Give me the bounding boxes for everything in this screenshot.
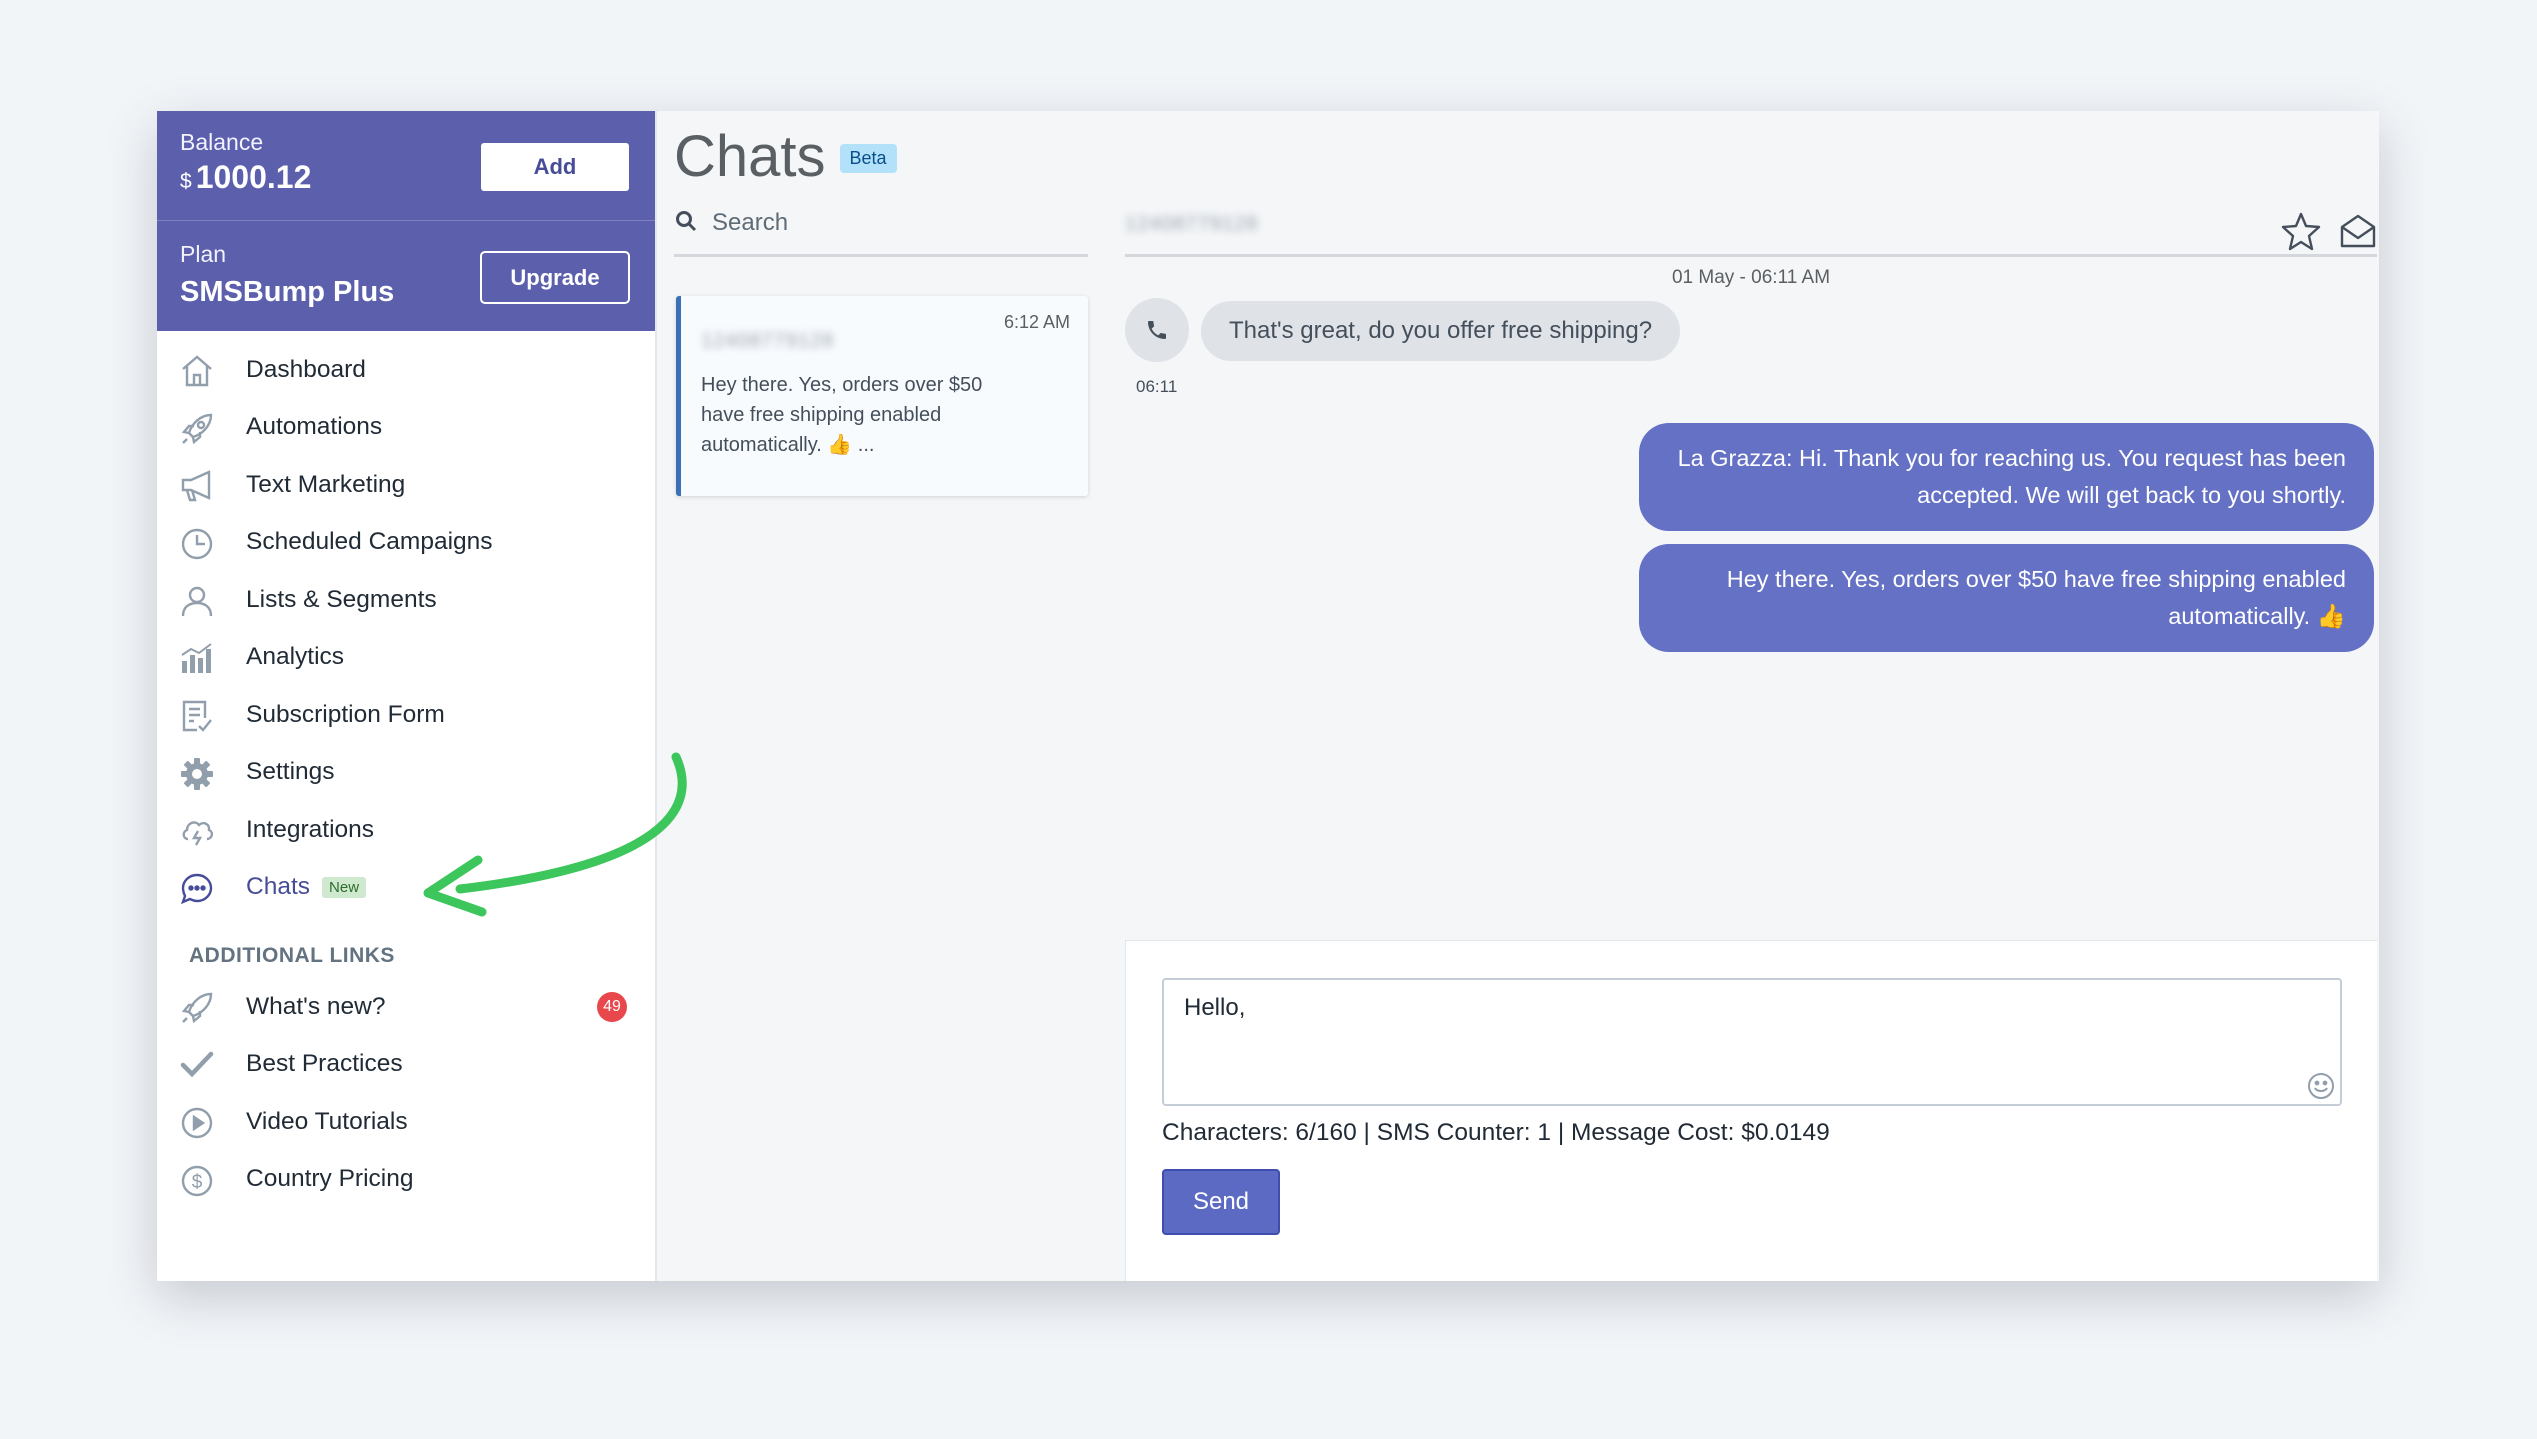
add-balance-button[interactable]: Add [481, 143, 629, 191]
sidebar-item-settings[interactable]: Settings [157, 744, 655, 802]
chat-header: 12408779128 [1125, 195, 2377, 257]
plan-name: SMSBump Plus [180, 276, 395, 308]
sidebar-item-label: Country Pricing [246, 1165, 414, 1193]
sidebar-item-label: Video Tutorials [246, 1107, 408, 1135]
date-separator: 01 May - 06:11 AM [1671, 267, 1831, 288]
notification-count-badge: 49 [597, 992, 627, 1022]
main-nav: Dashboard Automations Text Marketing Sch… [157, 331, 655, 916]
chats-label: Chats [246, 873, 311, 901]
beta-badge: Beta [839, 143, 897, 173]
conversation-time: 6:12 AM [1003, 312, 1070, 332]
sidebar-item-label: Integrations [246, 815, 375, 843]
page-header: Chats Beta [674, 111, 897, 201]
sidebar-item-subscription-form[interactable]: Subscription Form [157, 686, 655, 744]
sidebar-item-best-practices[interactable]: Best Practices [157, 1036, 655, 1094]
plan-section: Plan SMSBump Plus Upgrade [157, 221, 655, 331]
sidebar-item-label: Best Practices [246, 1050, 403, 1078]
emoji-icon[interactable] [2306, 1071, 2336, 1101]
megaphone-icon [179, 990, 215, 1026]
sidebar-item-analytics[interactable]: Analytics [157, 629, 655, 687]
star-icon[interactable] [2281, 211, 2321, 251]
sidebar-item-automations[interactable]: Automations [157, 399, 655, 457]
incoming-message-time: 06:11 [1136, 377, 1178, 396]
gear-icon [179, 756, 215, 792]
megaphone-icon [179, 468, 215, 504]
dollar-icon: $ [179, 1163, 215, 1199]
sidebar-item-scheduled-campaigns[interactable]: Scheduled Campaigns [157, 514, 655, 572]
app-window: Balance $1000.12 Add Plan SMSBump Plus U… [157, 111, 2379, 1281]
sidebar-item-label: Scheduled Campaigns [246, 528, 493, 556]
conversation-phone-blurred: 12408779128 [701, 330, 835, 352]
message-stats: Characters: 6/160 | SMS Counter: 1 | Mes… [1162, 1119, 1830, 1146]
sidebar: Balance $1000.12 Add Plan SMSBump Plus U… [157, 111, 657, 1281]
sidebar-item-label: What's new? [246, 992, 386, 1020]
cloud-icon [179, 813, 215, 849]
sidebar-item-label: Subscription Form [246, 700, 445, 728]
search-input[interactable] [712, 205, 1072, 241]
mark-unread-icon[interactable] [2339, 213, 2377, 249]
sidebar-item-label: Settings [246, 758, 335, 786]
conversation-search [674, 195, 1088, 257]
new-tag: New [322, 877, 367, 899]
balance-amount: $1000.12 [180, 159, 311, 196]
sidebar-item-label: Dashboard [246, 355, 366, 383]
rocket-icon [179, 411, 215, 447]
conversation-list-item[interactable]: 6:12 AM 12408779128 Hey there. Yes, orde… [676, 296, 1088, 496]
svg-text:$: $ [192, 1172, 203, 1193]
contact-avatar [1125, 298, 1189, 362]
balance-label: Balance [180, 129, 264, 155]
conversation-preview: Hey there. Yes, orders over $50 have fre… [701, 374, 983, 456]
clock-icon [179, 526, 215, 562]
chat-phone-blurred: 12408779128 [1125, 213, 1259, 235]
balance-section: Balance $1000.12 Add [157, 111, 655, 221]
bar-chart-icon [179, 641, 215, 677]
sidebar-item-whats-new[interactable]: What's new? 49 [157, 978, 655, 1036]
sidebar-item-label: Chats New [246, 873, 367, 901]
sidebar-item-label: Text Marketing [246, 470, 406, 498]
search-icon [674, 209, 698, 233]
sidebar-item-video-tutorials[interactable]: Video Tutorials [157, 1093, 655, 1151]
outgoing-message: La Grazza: Hi. Thank you for reaching us… [1639, 423, 2374, 531]
phone-icon [1148, 321, 1166, 339]
sidebar-item-dashboard[interactable]: Dashboard [157, 341, 655, 399]
plan-label: Plan [180, 241, 227, 267]
sidebar-item-label: Lists & Segments [246, 585, 437, 613]
currency-symbol: $ [180, 170, 192, 193]
user-icon [179, 583, 215, 619]
sidebar-item-label: Automations [246, 413, 383, 441]
home-icon [179, 353, 215, 389]
sidebar-item-chats[interactable]: Chats New [157, 859, 655, 917]
message-composer: Hello, Characters: 6/160 | SMS Counter: … [1125, 940, 2377, 1281]
balance-number: 1000.12 [195, 159, 312, 195]
incoming-message: That's great, do you offer free shipping… [1201, 301, 1681, 361]
play-icon [179, 1105, 215, 1141]
sidebar-item-label: Analytics [246, 643, 345, 671]
checkmark-icon [179, 1048, 215, 1084]
send-button[interactable]: Send [1162, 1169, 1280, 1235]
page-title: Chats [674, 123, 826, 189]
sidebar-item-integrations[interactable]: Integrations [157, 801, 655, 859]
outgoing-message: Hey there. Yes, orders over $50 have fre… [1639, 544, 2374, 652]
upgrade-button[interactable]: Upgrade [480, 251, 630, 304]
message-input[interactable]: Hello, [1162, 978, 2342, 1106]
additional-links-heading: ADDITIONAL LINKS [189, 944, 395, 967]
additional-nav: What's new? 49 Best Practices Video Tuto… [157, 978, 655, 1208]
account-panel: Balance $1000.12 Add Plan SMSBump Plus U… [157, 111, 655, 331]
sidebar-item-lists-segments[interactable]: Lists & Segments [157, 571, 655, 629]
form-icon [179, 698, 215, 734]
sidebar-item-text-marketing[interactable]: Text Marketing [157, 456, 655, 514]
sidebar-item-country-pricing[interactable]: $ Country Pricing [157, 1151, 655, 1209]
chat-bubble-icon [179, 871, 215, 907]
